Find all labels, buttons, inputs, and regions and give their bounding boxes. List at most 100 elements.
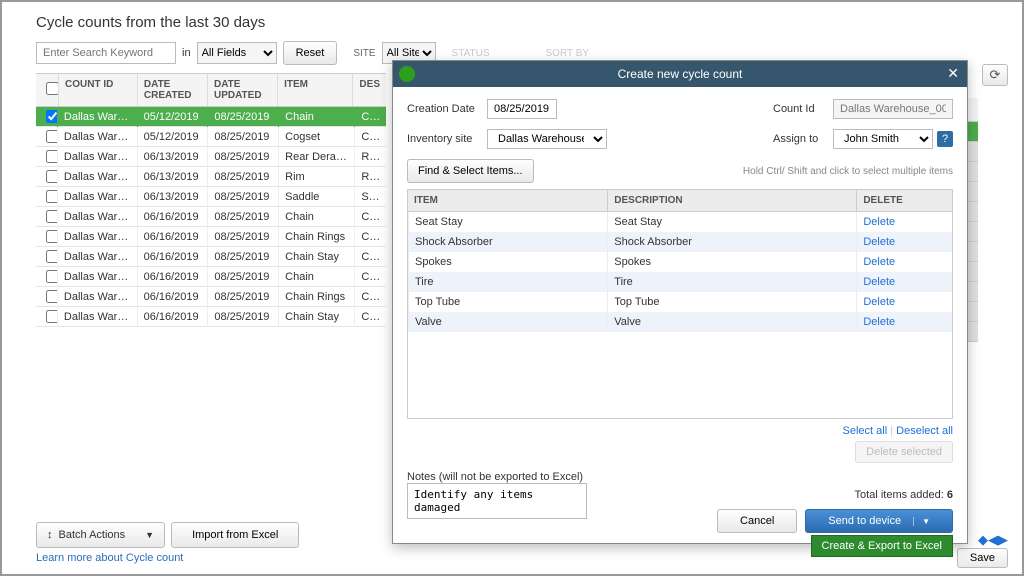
cell-description: Rea bbox=[354, 147, 386, 167]
list-item[interactable]: Shock AbsorberShock AbsorberDelete bbox=[408, 232, 952, 252]
table-row[interactable]: Dallas Wareh...06/16/201908/25/2019Chain… bbox=[36, 227, 386, 247]
cell-count-id: Dallas Wareh... bbox=[57, 147, 137, 167]
item-name: Spokes bbox=[408, 252, 607, 272]
list-item[interactable]: SpokesSpokesDelete bbox=[408, 252, 952, 272]
count-id-label: Count Id bbox=[773, 103, 833, 115]
list-item[interactable]: Top TubeTop TubeDelete bbox=[408, 292, 952, 312]
cell-count-id: Dallas Wareh... bbox=[57, 167, 137, 187]
table-row[interactable]: Dallas Wareh...06/13/201908/25/2019Rear … bbox=[36, 147, 386, 167]
delete-link[interactable]: Delete bbox=[863, 216, 895, 228]
cell-date-updated: 08/25/2019 bbox=[207, 247, 278, 267]
item-name: Tire bbox=[408, 272, 607, 292]
row-checkbox[interactable] bbox=[46, 150, 57, 163]
item-name: Shock Absorber bbox=[408, 232, 607, 252]
cell-item: Chain Stay bbox=[278, 247, 354, 267]
row-checkbox[interactable] bbox=[46, 130, 57, 143]
table-row[interactable]: Dallas Wareh...06/13/201908/25/2019RimRi… bbox=[36, 167, 386, 187]
import-from-excel-button[interactable]: Import from Excel bbox=[171, 522, 299, 548]
cell-item: Chain Rings bbox=[278, 227, 354, 247]
col-date-created[interactable]: DATE CREATED bbox=[137, 74, 207, 106]
col-description[interactable]: DES bbox=[352, 74, 386, 106]
table-row[interactable]: Dallas Wareh...06/13/201908/25/2019Saddl… bbox=[36, 187, 386, 207]
cell-description: Rim bbox=[354, 167, 386, 187]
items-table: ITEM DESCRIPTION DELETE Seat StaySeat St… bbox=[407, 189, 953, 419]
create-export-excel-option[interactable]: Create & Export to Excel bbox=[811, 535, 953, 557]
table-row[interactable]: Dallas Wareh...06/16/201908/25/2019Chain… bbox=[36, 287, 386, 307]
cell-date-created: 06/16/2019 bbox=[137, 307, 208, 327]
cell-item: Rim bbox=[278, 167, 354, 187]
row-checkbox[interactable] bbox=[46, 250, 57, 263]
learn-more-link[interactable]: Learn more about Cycle count bbox=[36, 552, 183, 564]
item-description: Valve bbox=[607, 312, 856, 332]
cell-date-created: 06/16/2019 bbox=[137, 287, 208, 307]
row-checkbox[interactable] bbox=[46, 310, 57, 323]
row-checkbox[interactable] bbox=[46, 210, 57, 223]
item-name: Seat Stay bbox=[408, 212, 607, 232]
col-item[interactable]: ITEM bbox=[277, 74, 352, 106]
delete-link[interactable]: Delete bbox=[863, 276, 895, 288]
cell-date-created: 05/12/2019 bbox=[137, 127, 208, 147]
cell-date-created: 05/12/2019 bbox=[137, 107, 208, 127]
row-checkbox[interactable] bbox=[46, 290, 57, 303]
cell-date-updated: 08/25/2019 bbox=[207, 287, 278, 307]
delete-link[interactable]: Delete bbox=[863, 236, 895, 248]
table-row[interactable]: Dallas Wareh...06/16/201908/25/2019Chain… bbox=[36, 207, 386, 227]
cell-date-created: 06/13/2019 bbox=[137, 147, 208, 167]
cell-count-id: Dallas Wareh... bbox=[57, 107, 137, 127]
cell-date-created: 06/13/2019 bbox=[137, 167, 208, 187]
cell-item: Saddle bbox=[278, 187, 354, 207]
col-date-updated[interactable]: DATE UPDATED bbox=[207, 74, 277, 106]
row-checkbox[interactable] bbox=[46, 110, 57, 123]
list-item[interactable]: Seat StaySeat Stay Delete bbox=[408, 212, 952, 232]
cell-count-id: Dallas Wareh... bbox=[57, 207, 137, 227]
list-item[interactable]: ValveValveDelete bbox=[408, 312, 952, 332]
table-row[interactable]: Dallas Wareh...06/16/201908/25/2019Chain… bbox=[36, 267, 386, 287]
cell-description: Cha bbox=[354, 307, 386, 327]
cell-item: Rear Derailleur bbox=[278, 147, 354, 167]
batch-actions-button[interactable]: ↕ Batch Actions ▼ bbox=[36, 522, 165, 548]
creation-date-input[interactable] bbox=[487, 99, 557, 119]
count-id-field bbox=[833, 99, 953, 119]
row-checkbox[interactable] bbox=[46, 230, 57, 243]
cell-date-updated: 08/25/2019 bbox=[207, 167, 278, 187]
reset-button[interactable]: Reset bbox=[283, 41, 338, 65]
cell-date-created: 06/16/2019 bbox=[137, 267, 208, 287]
cell-count-id: Dallas Wareh... bbox=[57, 267, 137, 287]
find-select-items-button[interactable]: Find & Select Items... bbox=[407, 159, 534, 183]
table-row[interactable]: Dallas Wareh...06/16/201908/25/2019Chain… bbox=[36, 307, 386, 327]
item-description: Seat Stay bbox=[607, 212, 856, 232]
row-checkbox[interactable] bbox=[46, 270, 57, 283]
cancel-button[interactable]: Cancel bbox=[717, 509, 797, 533]
delete-link[interactable]: Delete bbox=[863, 316, 895, 328]
inventory-site-label: Inventory site bbox=[407, 133, 487, 145]
send-to-device-button[interactable]: Send to device ▼ bbox=[805, 509, 953, 533]
cell-item: Chain bbox=[278, 207, 354, 227]
table-row[interactable]: Dallas Wareh...05/12/201908/25/2019Cogse… bbox=[36, 127, 386, 147]
delete-link[interactable]: Delete bbox=[863, 296, 895, 308]
chevron-down-icon[interactable]: ▼ bbox=[913, 517, 930, 526]
inventory-site-select[interactable]: Dallas Warehouse bbox=[487, 129, 607, 149]
search-input[interactable] bbox=[36, 42, 176, 64]
help-icon[interactable]: ? bbox=[937, 131, 953, 147]
assign-to-select[interactable]: John Smith bbox=[833, 129, 933, 149]
cell-date-created: 06/16/2019 bbox=[137, 227, 208, 247]
field-select[interactable]: All Fields bbox=[197, 42, 277, 64]
refresh-icon[interactable]: ⟳ bbox=[982, 64, 1008, 86]
table-row[interactable]: Dallas Wareh...05/12/201908/25/2019Chain… bbox=[36, 107, 386, 127]
row-checkbox[interactable] bbox=[46, 170, 57, 183]
deselect-all-link[interactable]: Deselect all bbox=[896, 425, 953, 437]
save-button[interactable]: Save bbox=[957, 548, 1008, 568]
row-checkbox[interactable] bbox=[46, 190, 57, 203]
delete-link[interactable]: Delete bbox=[863, 256, 895, 268]
cell-count-id: Dallas Wareh... bbox=[57, 287, 137, 307]
pager-arrows[interactable]: ◆◀▶ bbox=[978, 532, 1008, 548]
table-row[interactable]: Dallas Wareh...06/16/201908/25/2019Chain… bbox=[36, 247, 386, 267]
col-count-id[interactable]: COUNT ID bbox=[58, 74, 137, 106]
list-item[interactable]: TireTireDelete bbox=[408, 272, 952, 292]
select-all-link[interactable]: Select all bbox=[843, 425, 888, 437]
close-icon[interactable]: ✕ bbox=[947, 65, 959, 82]
cell-count-id: Dallas Wareh... bbox=[57, 307, 137, 327]
cell-date-updated: 08/25/2019 bbox=[207, 107, 278, 127]
cell-count-id: Dallas Wareh... bbox=[57, 187, 137, 207]
creation-date-label: Creation Date bbox=[407, 103, 487, 115]
